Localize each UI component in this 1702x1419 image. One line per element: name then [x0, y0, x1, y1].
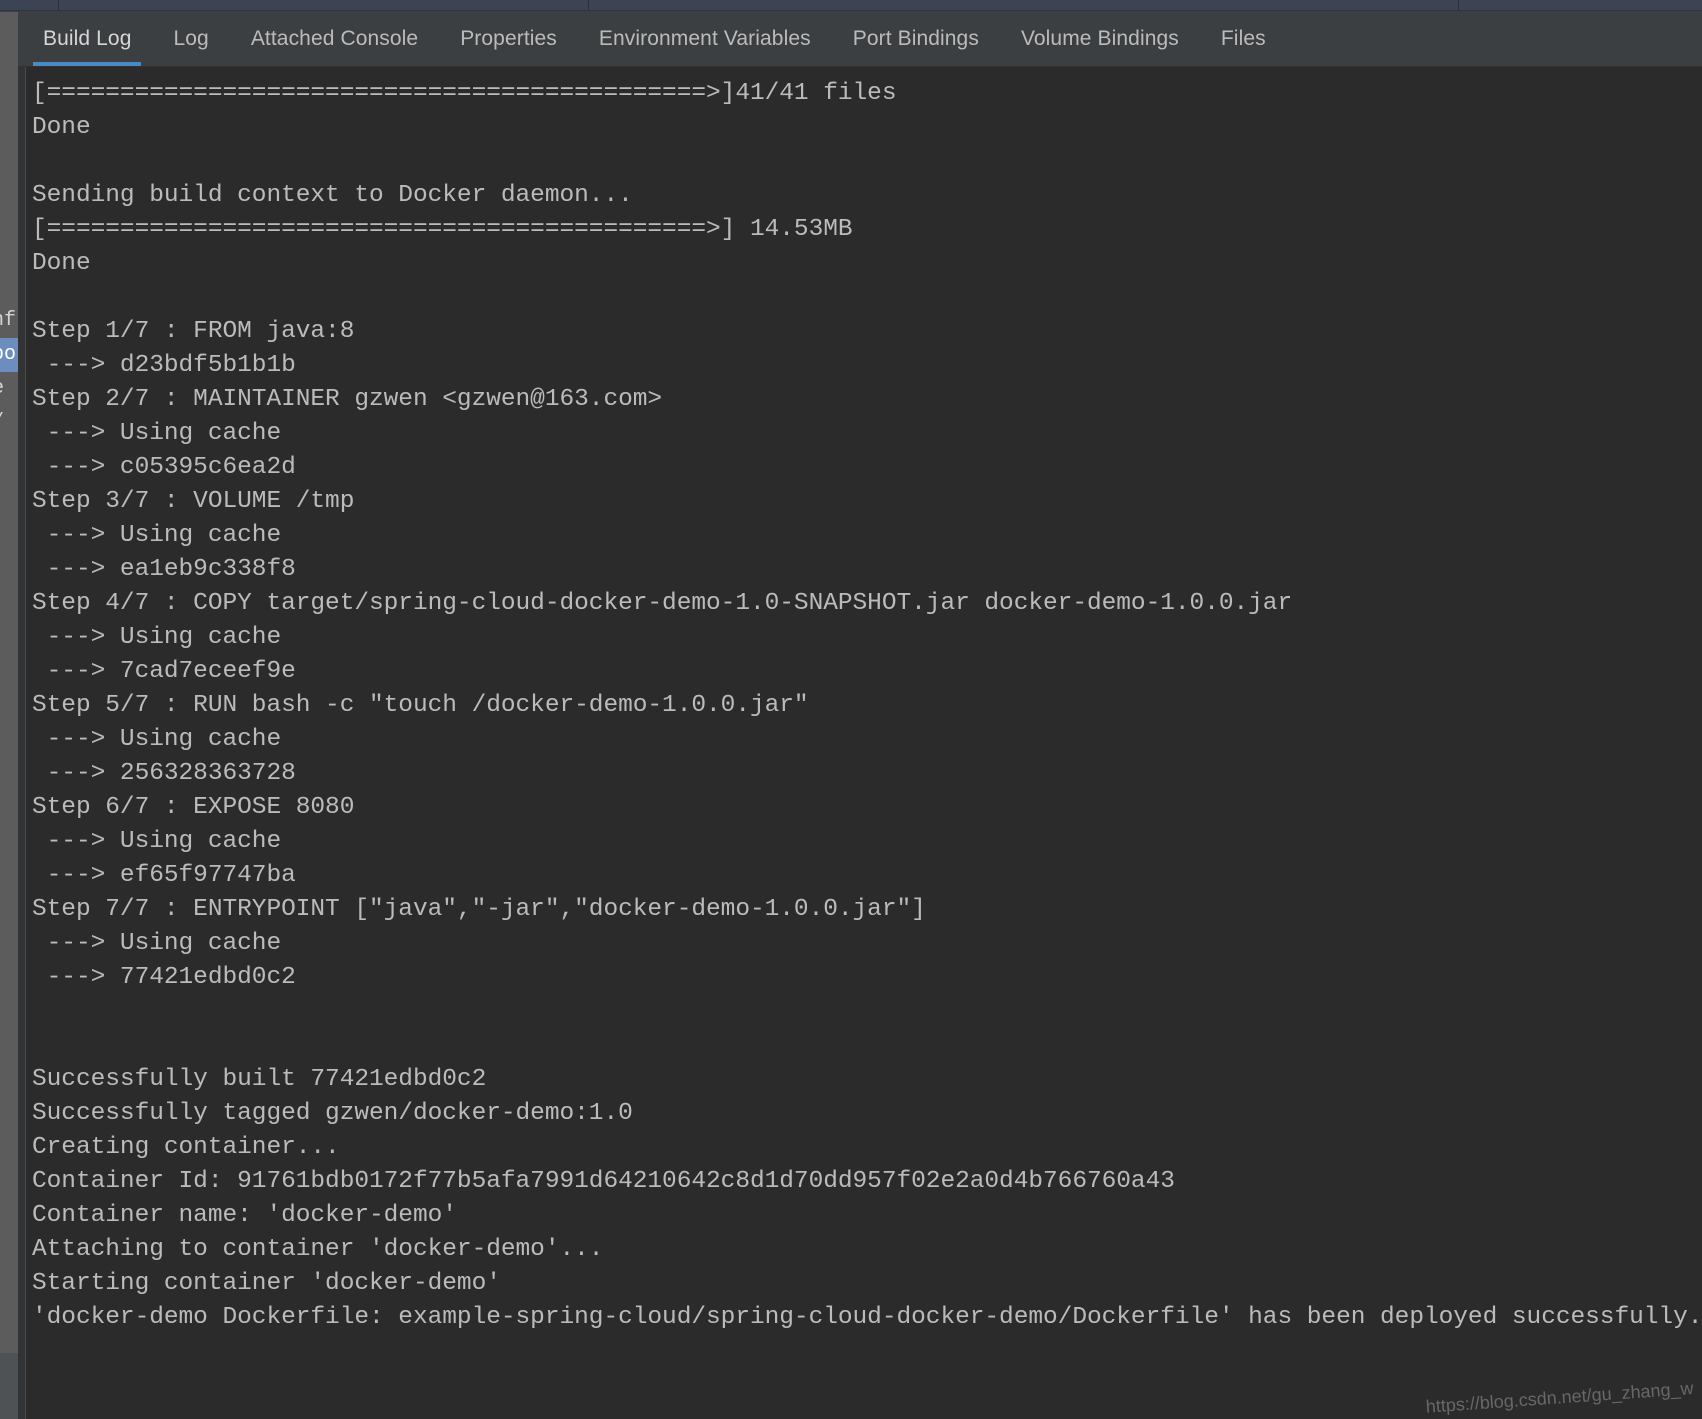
- console-line: Creating container...: [32, 1134, 340, 1161]
- tab-environment-variables[interactable]: Environment Variables: [578, 11, 832, 66]
- project-tree-row[interactable]: /: [0, 406, 18, 440]
- console-line: Step 5/7 : RUN bash -c "touch /docker-de…: [32, 692, 809, 719]
- console-line: Step 6/7 : EXPOSE 8080: [32, 794, 355, 821]
- console-line: ---> Using cache: [32, 624, 282, 651]
- console-line: ---> Using cache: [32, 522, 282, 549]
- console-line: Step 7/7 : ENTRYPOINT ["java","-jar","do…: [32, 896, 926, 923]
- console-line: Step 4/7 : COPY target/spring-cloud-dock…: [32, 590, 1293, 617]
- project-tree-row[interactable]: nf: [0, 304, 18, 338]
- tab-build-log[interactable]: Build Log: [22, 11, 152, 66]
- console-line: ---> Using cache: [32, 930, 282, 957]
- console-line: Step 1/7 : FROM java:8: [32, 318, 355, 345]
- console-line: ---> 77421edbd0c2: [32, 964, 296, 991]
- console-line: ---> 256328363728: [32, 760, 296, 787]
- top-strip-divider-3: [1458, 0, 1459, 11]
- ide-top-strip: [0, 0, 1702, 11]
- console-line: Container name: 'docker-demo': [32, 1202, 457, 1229]
- tab-attached-console[interactable]: Attached Console: [230, 11, 439, 66]
- console-line: ---> 7cad7eceef9e: [32, 658, 296, 685]
- project-tree-sliver-footer: [0, 1353, 18, 1419]
- project-tree-row-selected[interactable]: po: [0, 338, 18, 372]
- tab-properties[interactable]: Properties: [439, 11, 578, 66]
- docker-tool-window-tabbar: Build Log Log Attached Console Properties En…: [0, 11, 1702, 67]
- console-line: [=======================================…: [32, 216, 853, 243]
- console-line: ---> ea1eb9c338f8: [32, 556, 296, 583]
- console-gutter: [18, 67, 26, 1419]
- top-strip-divider-1: [58, 0, 59, 11]
- console-line: Sending build context to Docker daemon..…: [32, 182, 633, 209]
- console-line: [=======================================…: [32, 80, 897, 107]
- build-log-console[interactable]: [=======================================…: [27, 67, 1702, 1419]
- console-line: ---> Using cache: [32, 828, 282, 855]
- console-line: Container Id: 91761bdb0172f77b5afa7991d6…: [32, 1168, 1175, 1195]
- console-line: Done: [32, 250, 91, 277]
- project-tree-sliver[interactable]: nfpoe/: [0, 12, 18, 1353]
- tab-log[interactable]: Log: [152, 11, 229, 66]
- console-line: Starting container 'docker-demo': [32, 1270, 501, 1297]
- console-line: 'docker-demo Dockerfile: example-spring-…: [32, 1304, 1702, 1331]
- console-line: Done: [32, 114, 91, 141]
- console-line: ---> ef65f97747ba: [32, 862, 296, 889]
- console-line: Successfully tagged gzwen/docker-demo:1.…: [32, 1100, 633, 1127]
- console-line: Step 3/7 : VOLUME /tmp: [32, 488, 355, 515]
- tab-files[interactable]: Files: [1200, 11, 1287, 66]
- console-line: ---> d23bdf5b1b1b: [32, 352, 296, 379]
- top-strip-divider-2: [588, 0, 589, 11]
- console-line: ---> c05395c6ea2d: [32, 454, 296, 481]
- build-log-panel: [=======================================…: [18, 67, 1702, 1419]
- console-line: Step 2/7 : MAINTAINER gzwen <gzwen@163.c…: [32, 386, 663, 413]
- console-line: ---> Using cache: [32, 420, 282, 447]
- console-line: ---> Using cache: [32, 726, 282, 753]
- console-line: Attaching to container 'docker-demo'...: [32, 1236, 604, 1263]
- tab-port-bindings[interactable]: Port Bindings: [832, 11, 1000, 66]
- tab-volume-bindings[interactable]: Volume Bindings: [1000, 11, 1200, 66]
- console-line: Successfully built 77421edbd0c2: [32, 1066, 487, 1093]
- project-tree-row[interactable]: e: [0, 372, 18, 406]
- tab-list: Build Log Log Attached Console Properties En…: [0, 11, 1702, 66]
